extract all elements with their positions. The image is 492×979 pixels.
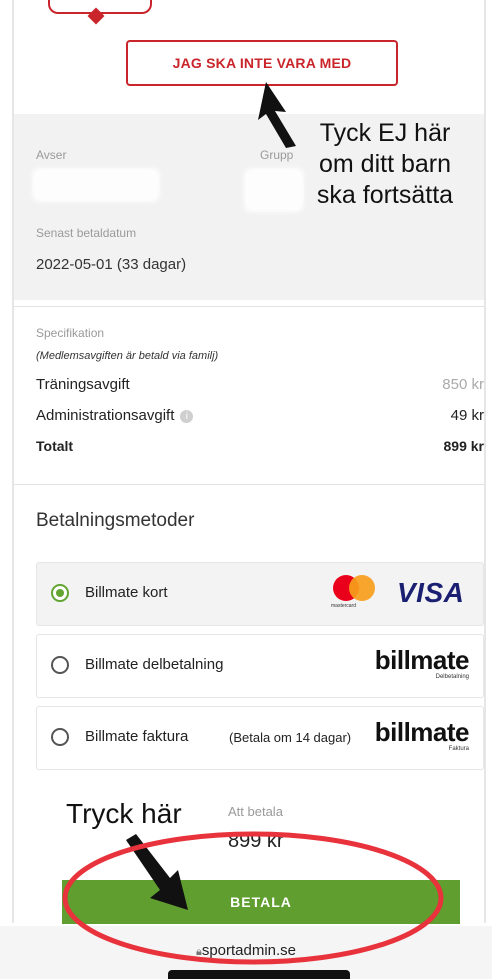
spec-row-amount: 49 kr xyxy=(450,407,484,424)
visa-logo: VISA xyxy=(397,577,465,608)
total-amount: 899 kr xyxy=(443,438,484,454)
att-betala-label: Att betala xyxy=(228,804,283,819)
annotation-top-line-3: ska fortsätta xyxy=(316,181,454,209)
grupp-label: Grupp xyxy=(260,148,294,162)
annotation-top-text: Tyck EJ här om ditt barn ska fortsätta xyxy=(290,118,480,211)
annotation-top-line-2: om ditt barn xyxy=(318,150,451,178)
avser-label: Avser xyxy=(36,148,67,162)
billmate-logo: billmate Faktura xyxy=(374,717,470,752)
method-note: (Betala om 14 dagar) xyxy=(229,730,352,745)
method-label: Billmate faktura xyxy=(85,728,189,745)
annotation-ellipse xyxy=(62,831,444,965)
mastercard-text: mastercard xyxy=(331,603,357,609)
method-billmate-kort[interactable]: Billmate kort mastercard VISA xyxy=(36,562,484,626)
spec-row-training: Träningsavgift 850 kr xyxy=(36,376,484,393)
method-label: Billmate delbetalning xyxy=(85,656,224,673)
senast-betaldatum-value: 2022-05-01 (33 dagar) xyxy=(36,256,187,273)
spec-row-name: Administrationsavgift xyxy=(36,407,175,424)
billmate-word: billmate xyxy=(374,717,470,747)
method-label: Billmate kort xyxy=(85,584,168,601)
radio-unselected[interactable] xyxy=(51,728,69,746)
payment-methods-title: Betalningsmetoder xyxy=(36,510,195,531)
mastercard-icon-right xyxy=(349,575,375,601)
billmate-word: billmate xyxy=(374,645,470,675)
divider xyxy=(14,484,484,485)
method-billmate-faktura[interactable]: Billmate faktura (Betala om 14 dagar) bi… xyxy=(36,706,484,770)
billmate-logo: billmate Delbetalning xyxy=(374,645,470,680)
info-icon[interactable]: i xyxy=(180,410,194,423)
radio-selected[interactable] xyxy=(51,584,69,602)
spec-label: Specifikation xyxy=(36,326,105,340)
spec-row-name: Träningsavgift xyxy=(36,376,130,393)
method-billmate-delbetalning[interactable]: Billmate delbetalning billmate Delbetaln… xyxy=(36,634,484,698)
spec-row-admin: Administrationsavgift i 49 kr xyxy=(36,407,484,424)
annotation-arrow-up-icon xyxy=(258,82,296,148)
senast-betaldatum-label: Senast betaldatum xyxy=(36,226,137,240)
total-label: Totalt xyxy=(36,438,74,454)
spec-row-total: Totalt 899 kr xyxy=(36,438,484,454)
divider xyxy=(14,306,484,307)
annotation-top-line-1: Tyck EJ här xyxy=(319,119,451,147)
radio-unselected[interactable] xyxy=(51,656,69,674)
spec-row-amount: 850 kr xyxy=(442,376,484,393)
avser-value-redacted xyxy=(32,168,160,202)
spec-note: (Medlemsavgiften är betald via familj) xyxy=(36,350,219,362)
right-border xyxy=(484,0,486,923)
